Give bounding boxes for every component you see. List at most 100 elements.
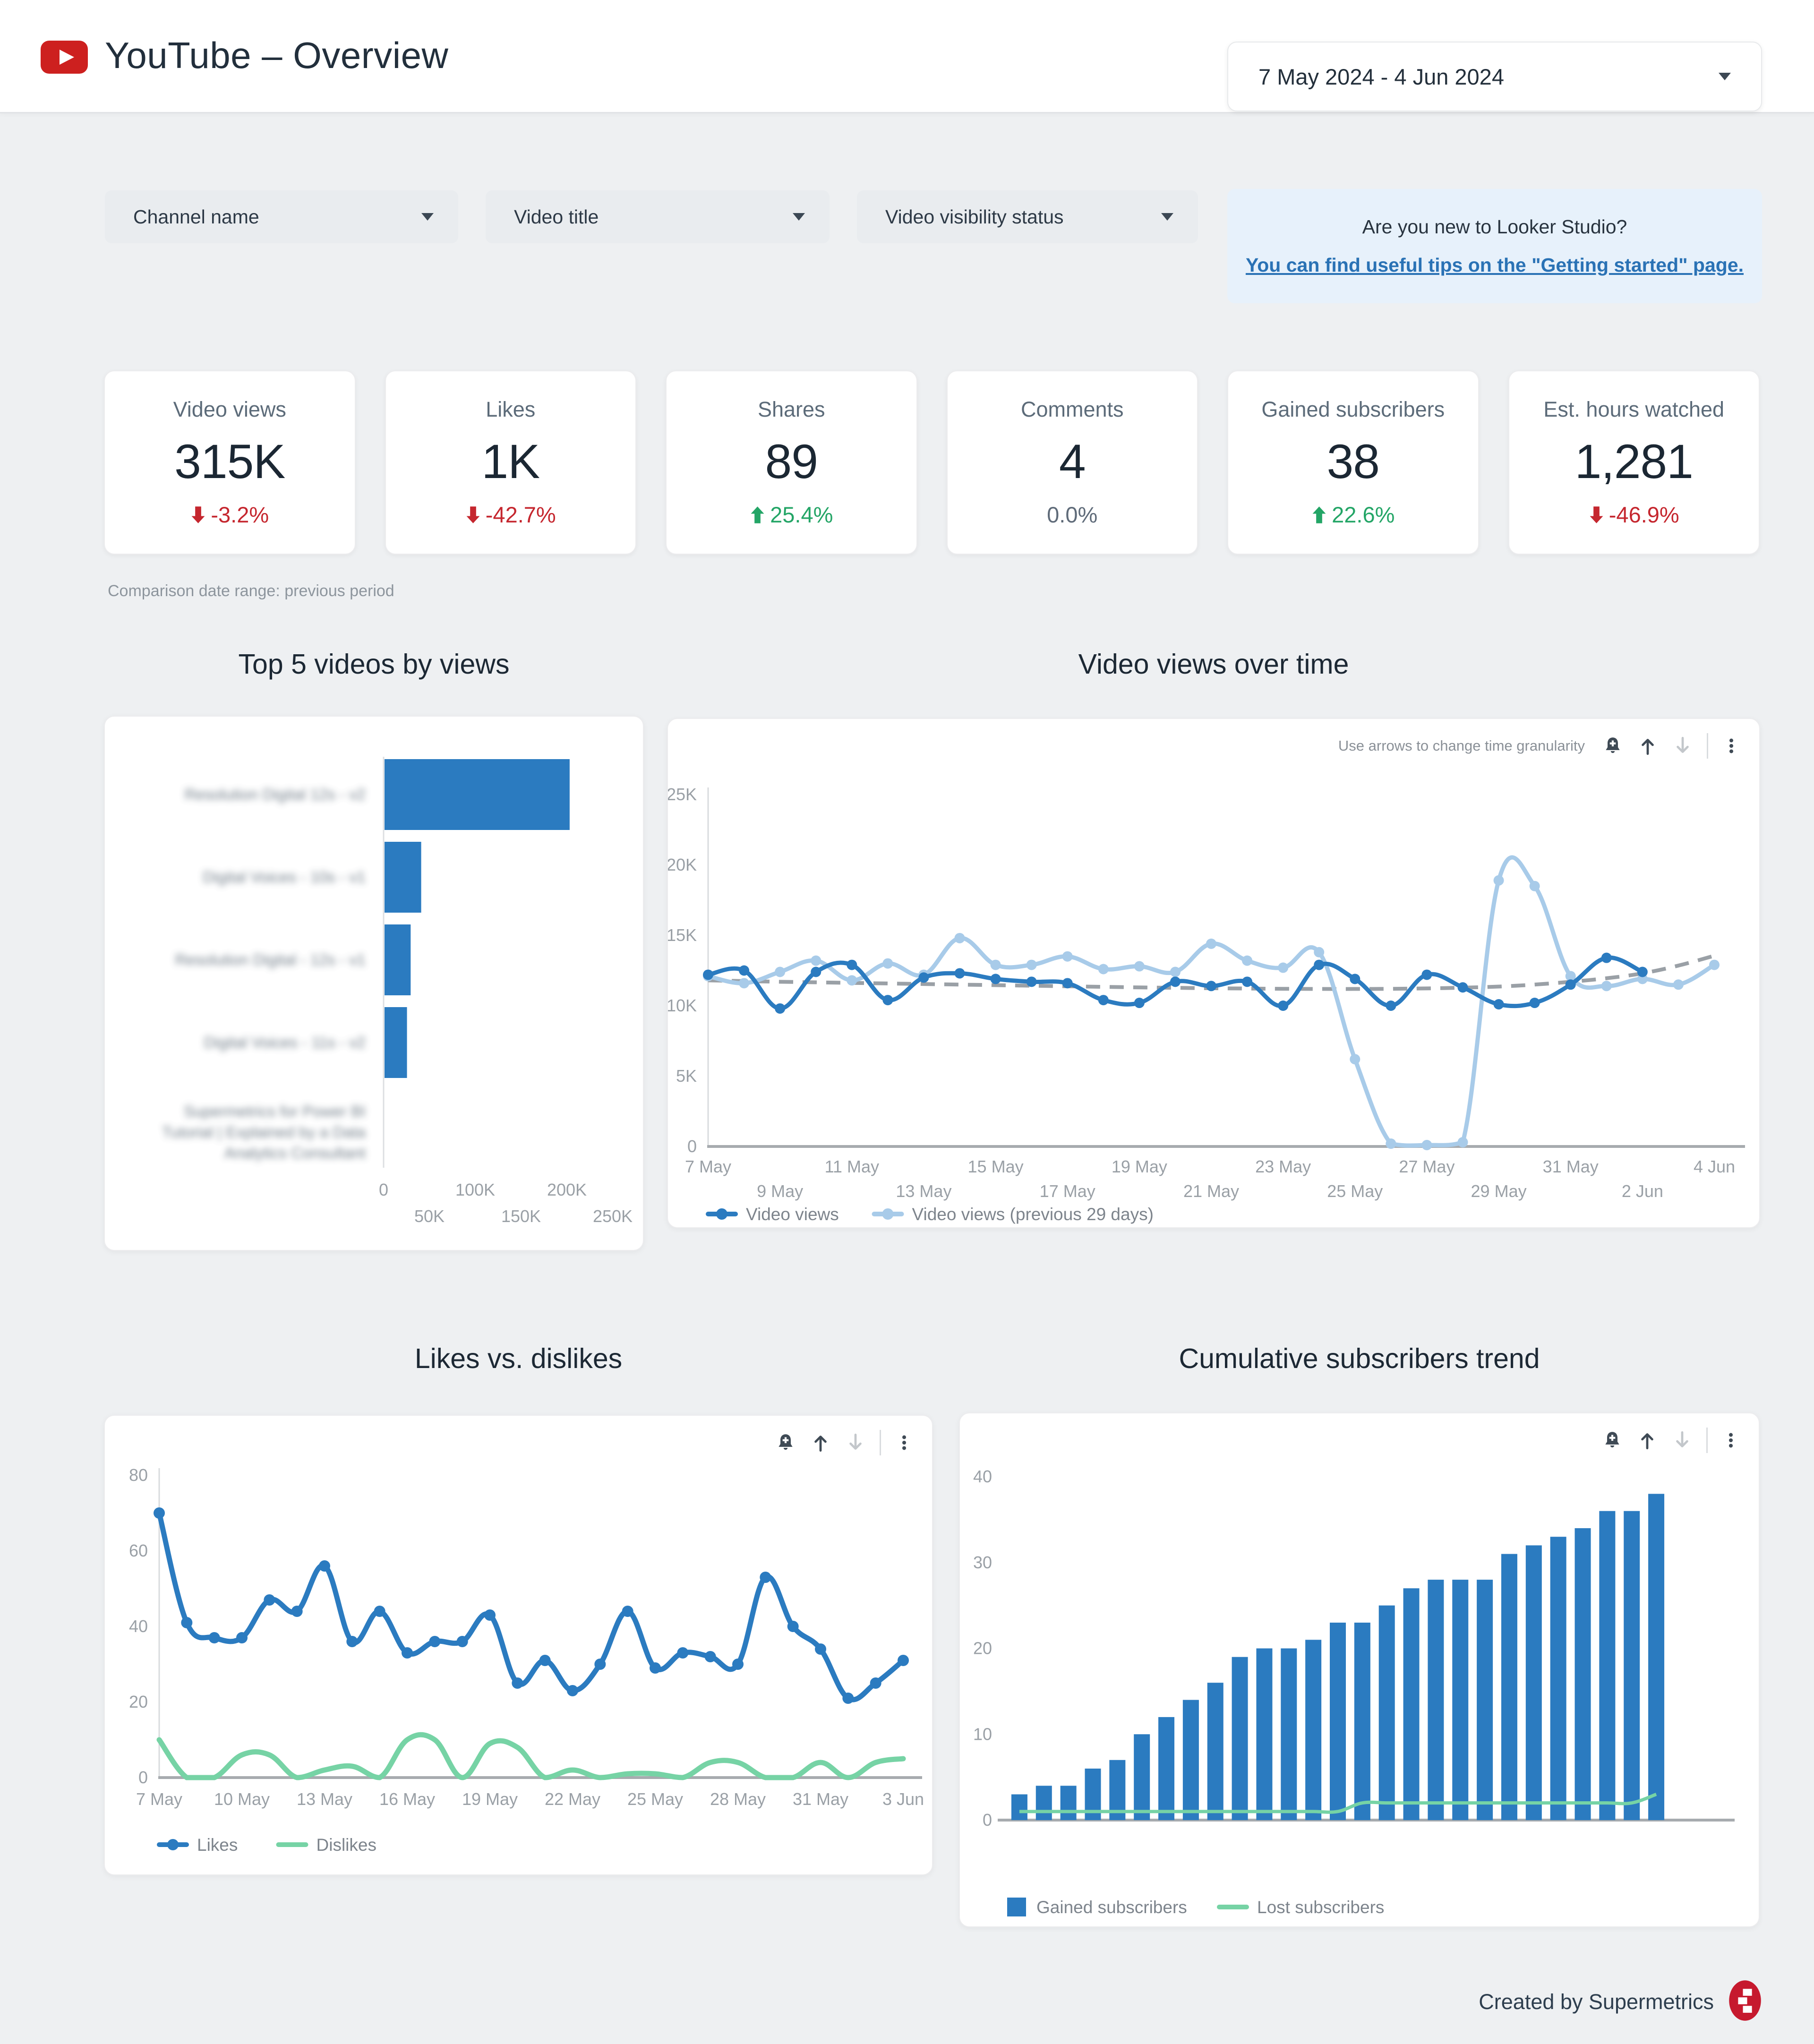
scorecard-label: Likes — [486, 397, 536, 421]
likes-dislikes-chart: 0 20 40 60 80 7 May 10 May 13 May 16 May 19 May 22… — [105, 1416, 932, 1874]
scorecard-delta: -46.9% — [1589, 502, 1679, 528]
delta-up-icon — [750, 506, 765, 524]
svg-text:9 May: 9 May — [757, 1181, 803, 1201]
chevron-down-icon — [1719, 73, 1731, 80]
scorecard-likes: Likes 1K -42.7% — [385, 370, 636, 555]
svg-text:31 May: 31 May — [1543, 1157, 1599, 1176]
chart-title-cumulative-subscribers: Cumulative subscribers trend — [1179, 1343, 1540, 1374]
svg-text:20: 20 — [129, 1692, 148, 1711]
scorecard-value: 1,281 — [1574, 435, 1694, 488]
date-range-picker[interactable]: 7 May 2024 - 4 Jun 2024 — [1227, 42, 1762, 111]
svg-text:30: 30 — [973, 1553, 992, 1572]
date-range-value: 7 May 2024 - 4 Jun 2024 — [1258, 64, 1504, 89]
toolbar-divider — [1706, 1428, 1708, 1453]
svg-text:100K: 100K — [455, 1180, 495, 1199]
svg-text:5K: 5K — [676, 1066, 697, 1086]
svg-text:40: 40 — [973, 1467, 992, 1486]
alert-bell-icon[interactable] — [1601, 1429, 1623, 1451]
delta-down-icon — [1589, 506, 1604, 524]
chart-title-top-videos: Top 5 videos by views — [238, 649, 510, 680]
svg-text:20K: 20K — [668, 855, 697, 874]
getting-started-link[interactable]: You can find useful tips on the "Getting… — [1246, 254, 1744, 276]
scorecard-video-views: Video views 315K -3.2% — [104, 370, 356, 555]
svg-text:2 Jun: 2 Jun — [1622, 1181, 1663, 1201]
arrow-down-icon[interactable] — [1672, 735, 1694, 757]
kebab-menu-icon[interactable] — [1721, 736, 1741, 756]
svg-text:23 May: 23 May — [1255, 1157, 1311, 1176]
svg-text:Supermetrics for Power BI: Supermetrics for Power BI — [184, 1103, 366, 1120]
svg-text:13 May: 13 May — [896, 1181, 951, 1201]
filter-label: Channel name — [133, 205, 259, 228]
filter-video-visibility[interactable]: Video visibility status — [857, 190, 1198, 243]
svg-text:11 May: 11 May — [825, 1157, 879, 1176]
alert-bell-icon[interactable] — [1602, 735, 1624, 757]
chart-toolbar — [1601, 1428, 1741, 1453]
svg-text:15K: 15K — [668, 925, 697, 945]
scorecard-gained-subscribers: Gained subscribers 38 22.6% — [1227, 370, 1479, 555]
chart-toolbar: Use arrows to change time granularity — [1338, 733, 1741, 759]
info-question: Are you new to Looker Studio? — [1362, 216, 1627, 238]
alert-bell-icon[interactable] — [775, 1432, 796, 1454]
scorecard-value: 4 — [1059, 435, 1086, 488]
scorecard-label: Shares — [757, 397, 825, 421]
scorecard-value: 315K — [174, 435, 285, 488]
scorecard-label: Video views — [173, 397, 286, 421]
svg-text:Video views (previous 29 days): Video views (previous 29 days) — [912, 1205, 1154, 1224]
svg-text:25K: 25K — [668, 785, 697, 804]
svg-text:Likes: Likes — [197, 1835, 238, 1855]
header: YouTube – Overview 7 May 2024 - 4 Jun 20… — [0, 0, 1814, 113]
scorecard-delta: -42.7% — [465, 502, 556, 528]
scorecard-delta: 22.6% — [1311, 502, 1395, 528]
supermetrics-logo-icon — [1728, 1979, 1762, 2024]
chart-title-views-over-time: Video views over time — [1078, 649, 1349, 680]
arrow-down-icon[interactable] — [845, 1432, 866, 1454]
scorecard-value: 38 — [1326, 435, 1380, 488]
scorecard-delta: -3.2% — [190, 502, 269, 528]
svg-text:60: 60 — [129, 1541, 148, 1560]
scorecard-comments: Comments 4 0.0% — [946, 370, 1198, 555]
chart-title-likes-dislikes: Likes vs. dislikes — [414, 1343, 623, 1374]
chevron-down-icon — [1161, 213, 1173, 221]
delta-text: -3.2% — [211, 502, 269, 527]
svg-text:0: 0 — [983, 1810, 992, 1830]
filter-label: Video title — [514, 205, 599, 228]
svg-text:Digital Voices - 10s - v1: Digital Voices - 10s - v1 — [203, 868, 366, 886]
svg-text:19 May: 19 May — [462, 1789, 518, 1809]
delta-text: 25.4% — [770, 502, 833, 527]
svg-text:31 May: 31 May — [793, 1789, 848, 1809]
filter-video-title[interactable]: Video title — [486, 190, 830, 243]
svg-text:0: 0 — [687, 1137, 697, 1156]
scorecard-value: 89 — [765, 435, 818, 488]
svg-text:25 May: 25 May — [627, 1789, 683, 1809]
svg-text:22 May: 22 May — [545, 1789, 600, 1809]
svg-text:40: 40 — [129, 1616, 148, 1636]
looker-studio-info-box: Are you new to Looker Studio? You can fi… — [1227, 189, 1762, 303]
kebab-menu-icon[interactable] — [894, 1433, 914, 1453]
arrow-up-icon[interactable] — [1636, 1429, 1658, 1451]
top-videos-card: Resolution Digital 12s - v2 Digital Voice… — [104, 716, 644, 1251]
svg-text:10 May: 10 May — [214, 1789, 270, 1809]
svg-text:16 May: 16 May — [379, 1789, 435, 1809]
svg-text:4 Jun: 4 Jun — [1694, 1157, 1735, 1176]
svg-text:21 May: 21 May — [1183, 1181, 1239, 1201]
scorecard-value: 1K — [481, 435, 540, 488]
delta-down-icon — [190, 506, 206, 524]
svg-text:17 May: 17 May — [1040, 1181, 1095, 1201]
delta-text: 0.0% — [1047, 502, 1098, 527]
cumulative-subscribers-chart: 0 10 20 30 40 Gained subscribers Lost subscrib… — [960, 1413, 1759, 1926]
scorecard-row: Video views 315K -3.2% Likes 1K -42.7% S… — [104, 370, 1760, 555]
svg-text:Tutorial | Explained by a Data: Tutorial | Explained by a Data — [162, 1123, 366, 1141]
svg-text:0: 0 — [379, 1180, 388, 1199]
kebab-menu-icon[interactable] — [1721, 1430, 1741, 1450]
svg-text:7 May: 7 May — [136, 1789, 182, 1809]
scorecard-est-hours-watched: Est. hours watched 1,281 -46.9% — [1508, 370, 1760, 555]
arrow-up-icon[interactable] — [810, 1432, 831, 1454]
chevron-down-icon — [421, 213, 434, 221]
comparison-note: Comparison date range: previous period — [108, 582, 394, 600]
svg-text:27 May: 27 May — [1399, 1157, 1455, 1176]
arrow-up-icon[interactable] — [1637, 735, 1659, 757]
arrow-down-icon[interactable] — [1671, 1429, 1693, 1451]
filter-channel-name[interactable]: Channel name — [105, 190, 458, 243]
svg-text:Analytics Consultant: Analytics Consultant — [224, 1144, 366, 1162]
youtube-logo-icon — [41, 41, 88, 74]
